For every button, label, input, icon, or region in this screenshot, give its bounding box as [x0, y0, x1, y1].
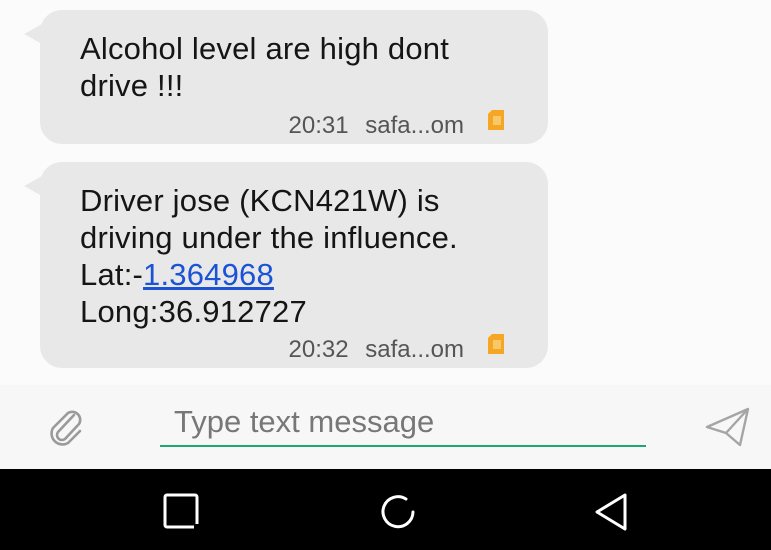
- message-input[interactable]: [160, 399, 646, 445]
- message-thread: Alcohol level are high dont drive !!! 20…: [0, 0, 771, 385]
- sim-card-icon: [488, 110, 504, 130]
- message-sender: safa...om: [365, 112, 464, 139]
- message-text: Alcohol level are high dont drive !!!: [80, 31, 450, 103]
- message-sender: safa...om: [365, 336, 464, 363]
- message-text-part: Long:36.912727: [80, 294, 307, 329]
- circle-icon[interactable]: [377, 491, 419, 533]
- sim-card-icon: [488, 334, 504, 354]
- message-meta: 20:32 safa...om: [289, 336, 464, 364]
- phone-number-link[interactable]: 1.364968: [143, 257, 274, 292]
- system-nav-bar: [0, 469, 771, 550]
- message-time: 20:31: [288, 112, 349, 139]
- send-icon[interactable]: [704, 403, 752, 451]
- message-time: 20:32: [288, 336, 349, 363]
- message-meta: 20:31 safa...om: [289, 112, 464, 140]
- bubble-tail: [24, 24, 42, 44]
- message-text: Driver jose (KCN421W) is driving under t…: [80, 182, 524, 330]
- message-bubble[interactable]: Driver jose (KCN421W) is driving under t…: [24, 162, 548, 368]
- triangle-back-icon[interactable]: [591, 491, 633, 533]
- message-bubble[interactable]: Alcohol level are high dont drive !!! 20…: [24, 10, 548, 144]
- message-composer: [0, 385, 771, 469]
- paperclip-icon[interactable]: [44, 405, 88, 449]
- bubble-tail: [24, 176, 42, 196]
- message-input-wrapper: [160, 399, 646, 447]
- square-icon[interactable]: [161, 491, 203, 533]
